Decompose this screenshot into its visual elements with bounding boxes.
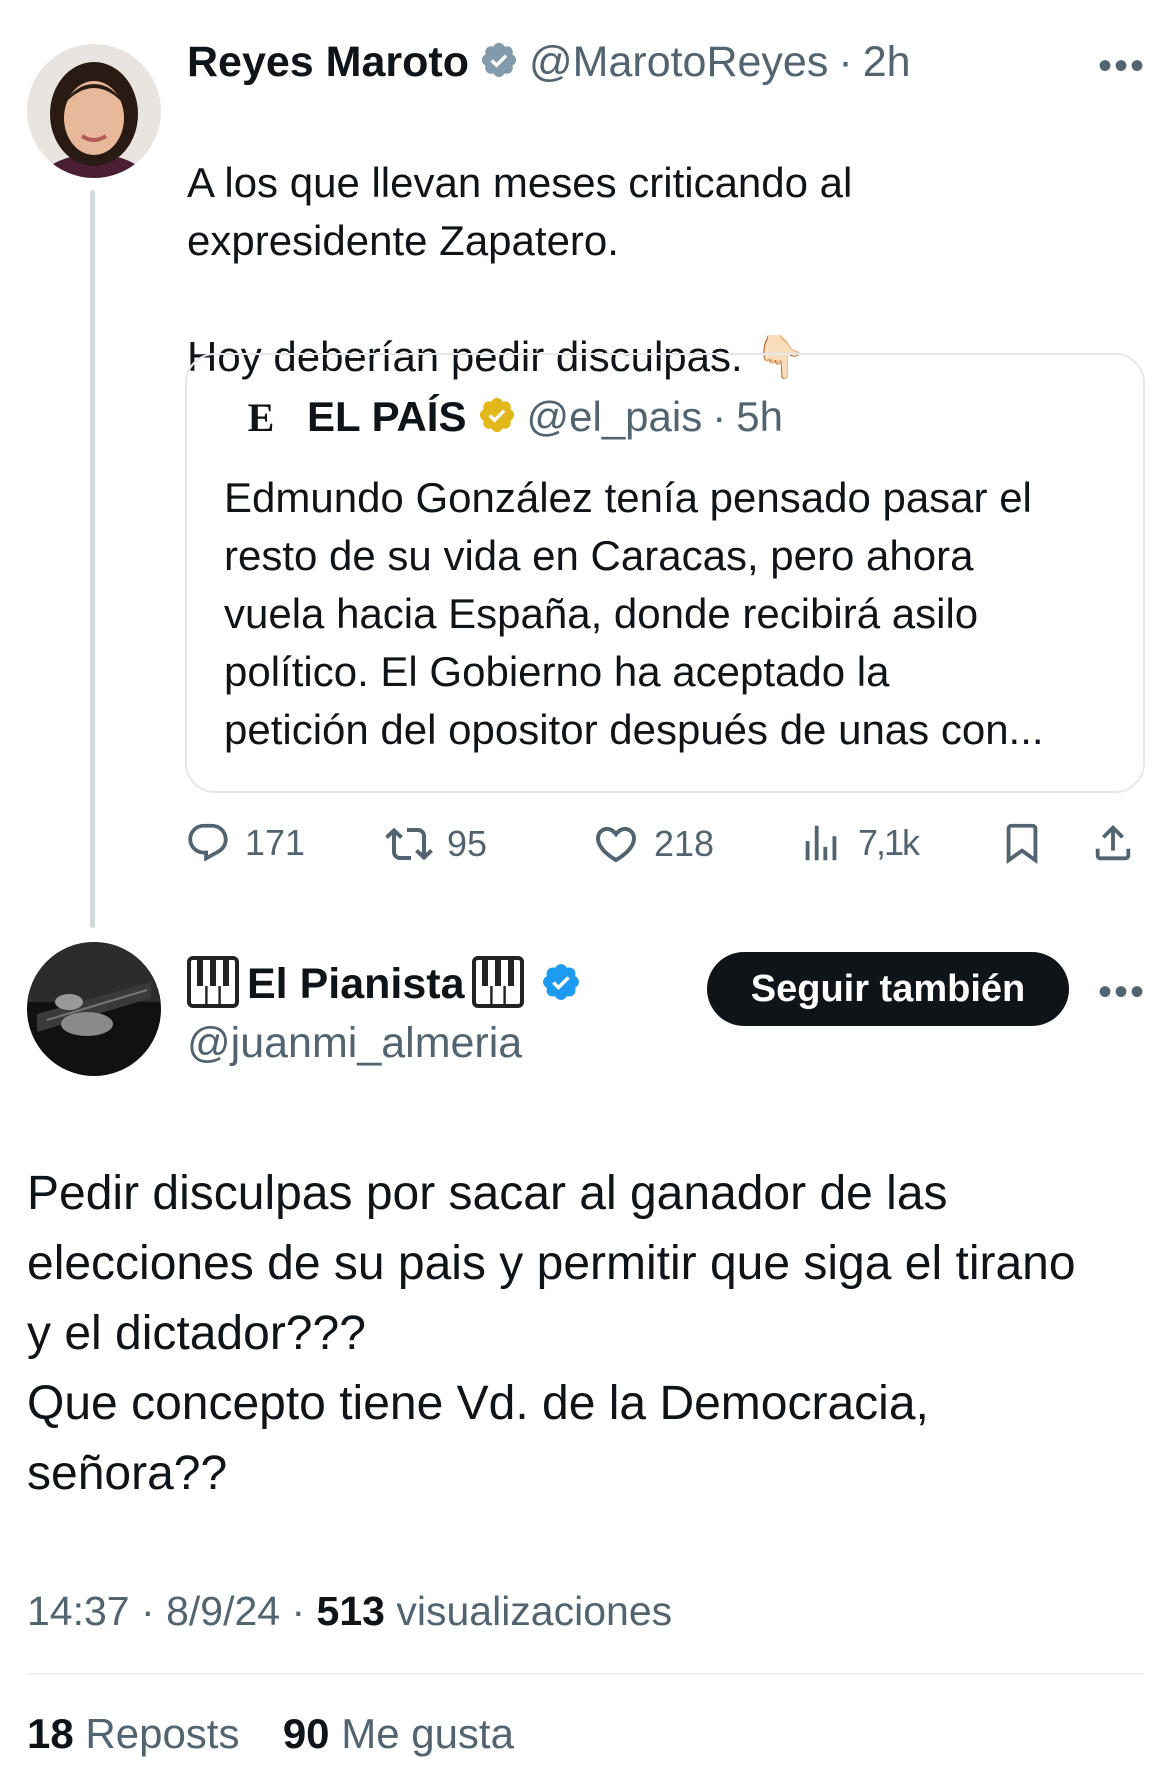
quoted-tweet-card[interactable]: E EL PAÍS @el_pais · 5h Edmundo González…: [185, 353, 1145, 793]
verified-blue-icon: [540, 961, 582, 1008]
reply-date[interactable]: 8/9/24: [166, 1588, 280, 1634]
views-number: 513: [316, 1588, 385, 1634]
piano-icon: [472, 956, 525, 1013]
divider: [27, 1673, 1145, 1675]
separator-dot: ·: [141, 1588, 155, 1634]
piano-icon: [187, 956, 239, 1013]
quote-handle: @el_pais: [526, 393, 703, 440]
reply-author-name[interactable]: El Pianista: [247, 960, 464, 1009]
reply-header: El Pianista: [187, 956, 582, 1013]
separator-dot: ·: [838, 38, 853, 86]
follow-button[interactable]: Seguir también: [707, 952, 1069, 1026]
quote-time: 5h: [736, 393, 783, 440]
tweet-text-content: A los que llevan meses criticando al exp…: [187, 159, 853, 380]
author-handle[interactable]: @MarotoReyes: [529, 38, 828, 87]
reply-count: 171: [245, 822, 306, 863]
bookmark-icon: [1006, 823, 1038, 864]
like-button[interactable]: 218: [592, 820, 714, 868]
views-count: 7,1k: [858, 822, 920, 863]
repost-count: 95: [447, 823, 488, 864]
quote-header: E EL PAÍS @el_pais · 5h: [239, 393, 783, 441]
quote-author-name: EL PAÍS: [307, 393, 467, 440]
author-name[interactable]: Reyes Maroto: [187, 38, 469, 87]
tweet-header: Reyes Maroto @MarotoReyes · 2h: [187, 38, 911, 87]
separator-dot: ·: [712, 393, 727, 440]
quote-text: Edmundo González tenía pensado pasar el …: [224, 474, 1044, 753]
likes-number: 90: [282, 1710, 330, 1757]
separator-dot: ·: [291, 1588, 306, 1634]
tweet-meta: 14:37 · 8/9/24 · 513 visualizaciones: [27, 1588, 672, 1635]
repost-button[interactable]: 95: [385, 820, 487, 868]
reposts-number: 18: [27, 1710, 74, 1757]
tweet-text: A los que llevan meses criticando al exp…: [187, 96, 1087, 386]
el-pais-logo: E: [247, 394, 275, 440]
bookmark-button[interactable]: [999, 820, 1045, 866]
reply-text: Pedir disculpas por sacar al ganador de …: [27, 1167, 1076, 1500]
reposts-stat[interactable]: 18 Reposts: [27, 1710, 239, 1757]
likes-label: Me gusta: [341, 1710, 514, 1757]
views-label: visualizaciones: [396, 1588, 673, 1634]
thread-line: [90, 190, 95, 928]
reply-icon: [188, 823, 228, 862]
repost-icon: [385, 827, 433, 861]
avatar-el-pianista[interactable]: [27, 942, 161, 1076]
like-icon: [595, 827, 637, 863]
reply-time[interactable]: 14:37: [27, 1588, 130, 1634]
like-count: 218: [654, 823, 715, 864]
verified-gray-icon: [479, 40, 519, 85]
verified-gold-icon: [477, 395, 517, 440]
share-icon: [1095, 824, 1131, 861]
tweet-time[interactable]: 2h: [863, 38, 911, 87]
more-icon[interactable]: •••: [1098, 972, 1146, 1012]
reply-button[interactable]: 171: [185, 820, 305, 866]
views-icon: [805, 825, 837, 861]
engagement-stats: 18 Reposts 90 Me gusta: [27, 1710, 514, 1758]
more-icon[interactable]: •••: [1098, 46, 1146, 86]
views-button[interactable]: 7,1k: [798, 820, 920, 866]
share-button[interactable]: [1090, 820, 1136, 866]
avatar-reyes-maroto[interactable]: [27, 44, 161, 178]
likes-stat[interactable]: 90 Me gusta: [283, 1710, 514, 1757]
reply-author-handle[interactable]: @juanmi_almeria: [187, 1019, 522, 1068]
reposts-label: Reposts: [85, 1710, 240, 1757]
